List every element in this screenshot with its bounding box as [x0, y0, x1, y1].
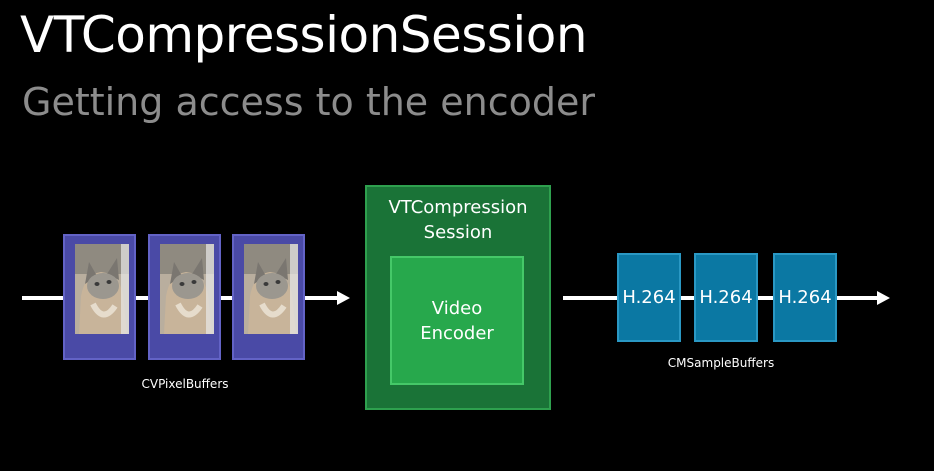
sample-buffers-caption: CMSampleBuffers [667, 356, 775, 370]
cat-image [160, 244, 214, 334]
slide-subtitle: Getting access to the encoder [22, 80, 595, 124]
sample-buffer: H.264 [617, 253, 681, 342]
pixel-buffer [232, 234, 305, 360]
output-arrow-head [877, 291, 890, 305]
session-label-line2: Session [423, 222, 493, 243]
sample-buffer: H.264 [773, 253, 837, 342]
sample-buffer-label: H.264 [622, 287, 676, 308]
encoder-label: Video Encoder [392, 296, 522, 346]
session-label: VTCompression Session [367, 195, 549, 245]
encoder-label-line1: Video [431, 298, 483, 319]
video-encoder-box: Video Encoder [390, 256, 524, 385]
cat-image [244, 244, 298, 334]
sample-buffer-label: H.264 [778, 287, 832, 308]
input-arrow-head [337, 291, 350, 305]
sample-buffer: H.264 [694, 253, 758, 342]
cat-image [75, 244, 129, 334]
pixel-buffers-caption: CVPixelBuffers [141, 377, 229, 391]
sample-buffer-label: H.264 [699, 287, 753, 308]
encoder-label-line2: Encoder [420, 323, 494, 344]
pixel-buffer [63, 234, 136, 360]
pixel-buffer [148, 234, 221, 360]
session-label-line1: VTCompression [388, 197, 528, 218]
slide-title: VTCompressionSession [20, 6, 588, 64]
